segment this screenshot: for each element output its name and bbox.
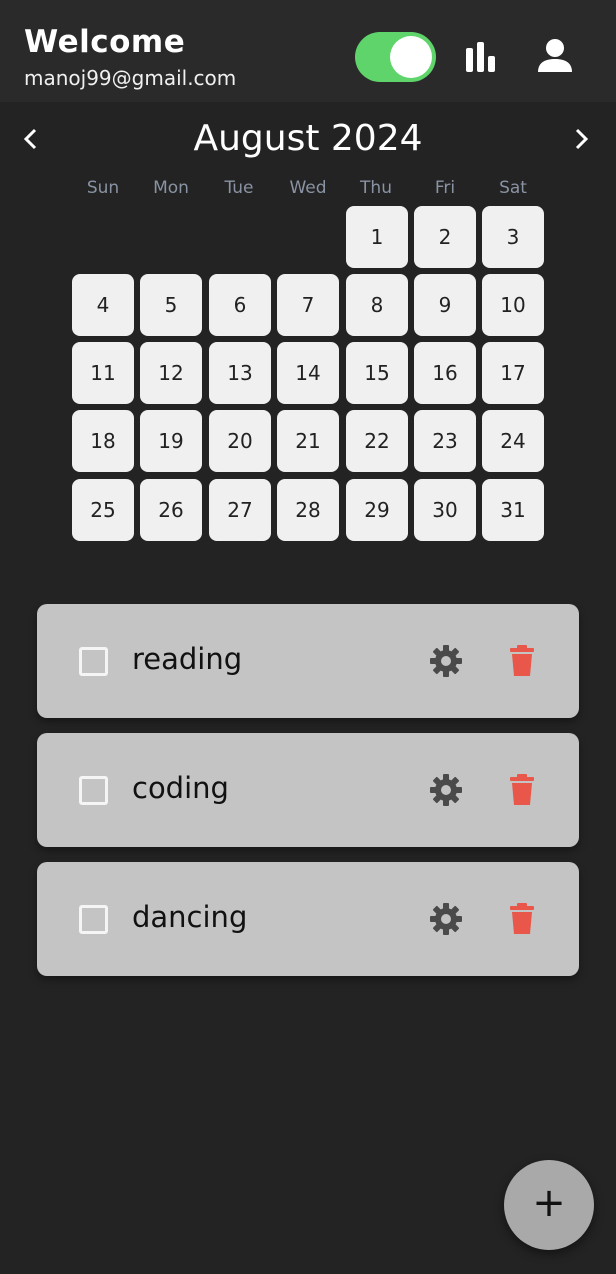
calendar-day[interactable]: 25 — [72, 479, 134, 541]
calendar-day[interactable]: 17 — [482, 342, 544, 404]
calendar-day[interactable]: 8 — [346, 274, 408, 336]
calendar-day[interactable]: 13 — [209, 342, 271, 404]
calendar-day[interactable]: 30 — [414, 479, 476, 541]
calendar-day[interactable]: 24 — [482, 410, 544, 472]
calendar-day[interactable]: 21 — [277, 410, 339, 472]
gear-icon[interactable] — [429, 773, 463, 807]
weekday-label: Mon — [153, 178, 189, 198]
weekday-label: Sun — [86, 178, 120, 198]
weekday-label: Tue — [224, 178, 254, 198]
task-checkbox[interactable] — [79, 776, 108, 805]
page-title: Welcome — [24, 24, 186, 60]
trash-icon[interactable] — [509, 774, 535, 806]
trash-icon[interactable] — [509, 645, 535, 677]
task-card[interactable]: dancing — [37, 862, 579, 976]
bar-chart-icon[interactable] — [462, 40, 498, 74]
calendar-day[interactable]: 1 — [346, 206, 408, 268]
calendar-day[interactable]: 5 — [140, 274, 202, 336]
calendar-day[interactable]: 26 — [140, 479, 202, 541]
gear-icon[interactable] — [429, 644, 463, 678]
weekday-label: Wed — [289, 178, 327, 198]
calendar-day[interactable]: 3 — [482, 206, 544, 268]
task-name: dancing — [132, 900, 248, 934]
user-email: manoj99@gmail.com — [24, 66, 237, 90]
calendar-day[interactable]: 18 — [72, 410, 134, 472]
toggle-knob — [390, 36, 432, 78]
month-header: August 2024 — [0, 110, 616, 170]
task-name: coding — [132, 771, 229, 805]
weekday-label: Sat — [499, 178, 527, 198]
app-bar: Welcome manoj99@gmail.com — [0, 0, 616, 102]
calendar-day[interactable]: 6 — [209, 274, 271, 336]
calendar-day[interactable]: 20 — [209, 410, 271, 472]
calendar-day[interactable]: 7 — [277, 274, 339, 336]
month-title: August 2024 — [193, 118, 423, 159]
calendar-day[interactable]: 16 — [414, 342, 476, 404]
calendar-day[interactable]: 4 — [72, 274, 134, 336]
calendar-day[interactable]: 2 — [414, 206, 476, 268]
calendar-day[interactable]: 22 — [346, 410, 408, 472]
weekday-label: Thu — [360, 178, 392, 198]
calendar-day[interactable]: 19 — [140, 410, 202, 472]
task-checkbox[interactable] — [79, 905, 108, 934]
plus-icon: + — [532, 1180, 566, 1226]
calendar-day[interactable]: 15 — [346, 342, 408, 404]
calendar-day[interactable]: 14 — [277, 342, 339, 404]
trash-icon[interactable] — [509, 903, 535, 935]
calendar-day[interactable]: 28 — [277, 479, 339, 541]
weekday-header: Sun Mon Tue Wed Thu Fri Sat — [68, 178, 548, 204]
calendar-day[interactable]: 12 — [140, 342, 202, 404]
calendar-day[interactable]: 29 — [346, 479, 408, 541]
task-card[interactable]: reading — [37, 604, 579, 718]
chevron-right-icon[interactable] — [568, 124, 594, 154]
calendar-day[interactable]: 9 — [414, 274, 476, 336]
calendar-day[interactable]: 11 — [72, 342, 134, 404]
calendar-day[interactable]: 23 — [414, 410, 476, 472]
gear-icon[interactable] — [429, 902, 463, 936]
task-checkbox[interactable] — [79, 647, 108, 676]
add-task-button[interactable]: + — [504, 1160, 594, 1250]
weekday-label: Fri — [434, 178, 456, 198]
calendar-day[interactable]: 31 — [482, 479, 544, 541]
calendar-day[interactable]: 10 — [482, 274, 544, 336]
calendar-day[interactable]: 27 — [209, 479, 271, 541]
theme-toggle[interactable] — [355, 32, 436, 82]
task-name: reading — [132, 642, 243, 676]
person-icon[interactable] — [536, 38, 574, 74]
task-card[interactable]: coding — [37, 733, 579, 847]
